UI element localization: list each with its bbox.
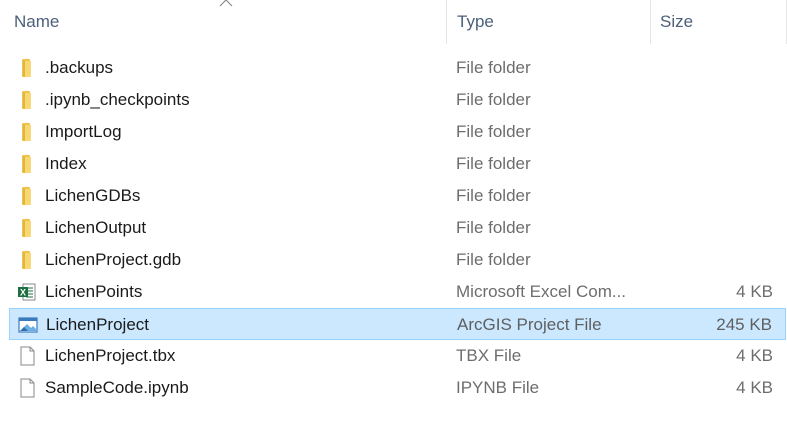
file-name: LichenProject.tbx (45, 346, 176, 365)
file-type: File folder (456, 58, 531, 77)
file-row[interactable]: LichenProject.tbx TBX File 4 KB (9, 340, 786, 372)
folder-icon (17, 218, 37, 238)
folder-icon (17, 122, 37, 142)
file-row[interactable]: LichenProject ArcGIS Project File 245 KB (9, 308, 786, 340)
svg-text:X: X (20, 288, 26, 298)
folder-icon (17, 154, 37, 174)
file-name: LichenPoints (45, 282, 143, 301)
file-name: LichenProject (46, 315, 150, 334)
file-type: File folder (456, 186, 531, 205)
column-header-type-label: Type (457, 12, 494, 31)
file-name: LichenGDBs (45, 186, 141, 205)
file-size: 4 KB (736, 378, 773, 397)
file-name: .backups (45, 58, 114, 77)
file-row[interactable]: .backups File folder (9, 52, 786, 84)
file-row[interactable]: LichenOutput File folder (9, 212, 786, 244)
blank-file-icon (17, 378, 37, 398)
file-type: File folder (456, 154, 531, 173)
file-row[interactable]: X LichenPoints Microsoft Excel Com... 4 KB (9, 276, 786, 308)
file-name: ImportLog (45, 122, 122, 141)
arcgis-project-icon (18, 315, 38, 335)
column-header-name-label: Name (14, 12, 60, 31)
file-name: SampleCode.ipynb (45, 378, 189, 397)
file-size: 245 KB (716, 315, 772, 334)
file-size: 4 KB (736, 282, 773, 301)
file-type: File folder (456, 122, 531, 141)
file-name: Index (45, 154, 87, 173)
file-type: TBX File (456, 346, 522, 365)
file-type: IPYNB File (456, 378, 540, 397)
column-header-bar: Name Type Size (0, 0, 787, 44)
file-row[interactable]: LichenGDBs File folder (9, 180, 786, 212)
folder-icon (17, 58, 37, 78)
file-name: .ipynb_checkpoints (45, 90, 190, 109)
file-row[interactable]: SampleCode.ipynb IPYNB File 4 KB (9, 372, 786, 404)
folder-icon (17, 186, 37, 206)
file-row[interactable]: Index File folder (9, 148, 786, 180)
column-header-size-label: Size (660, 12, 694, 31)
file-name: LichenOutput (45, 218, 147, 237)
folder-icon (17, 250, 37, 270)
column-header-size[interactable]: Size (650, 0, 786, 44)
excel-file-icon: X (17, 282, 37, 302)
file-type: ArcGIS Project File (457, 315, 602, 334)
file-type: File folder (456, 90, 531, 109)
file-row[interactable]: LichenProject.gdb File folder (9, 244, 786, 276)
file-size: 4 KB (736, 346, 773, 365)
sort-up-icon (219, 0, 233, 7)
file-type: File folder (456, 250, 531, 269)
file-row[interactable]: ImportLog File folder (9, 116, 786, 148)
folder-icon (17, 90, 37, 110)
file-type: Microsoft Excel Com... (456, 282, 627, 301)
file-row[interactable]: .ipynb_checkpoints File folder (9, 84, 786, 116)
file-name: LichenProject.gdb (45, 250, 182, 269)
file-type: File folder (456, 218, 531, 237)
blank-file-icon (17, 346, 37, 366)
column-header-type[interactable]: Type (447, 0, 650, 44)
